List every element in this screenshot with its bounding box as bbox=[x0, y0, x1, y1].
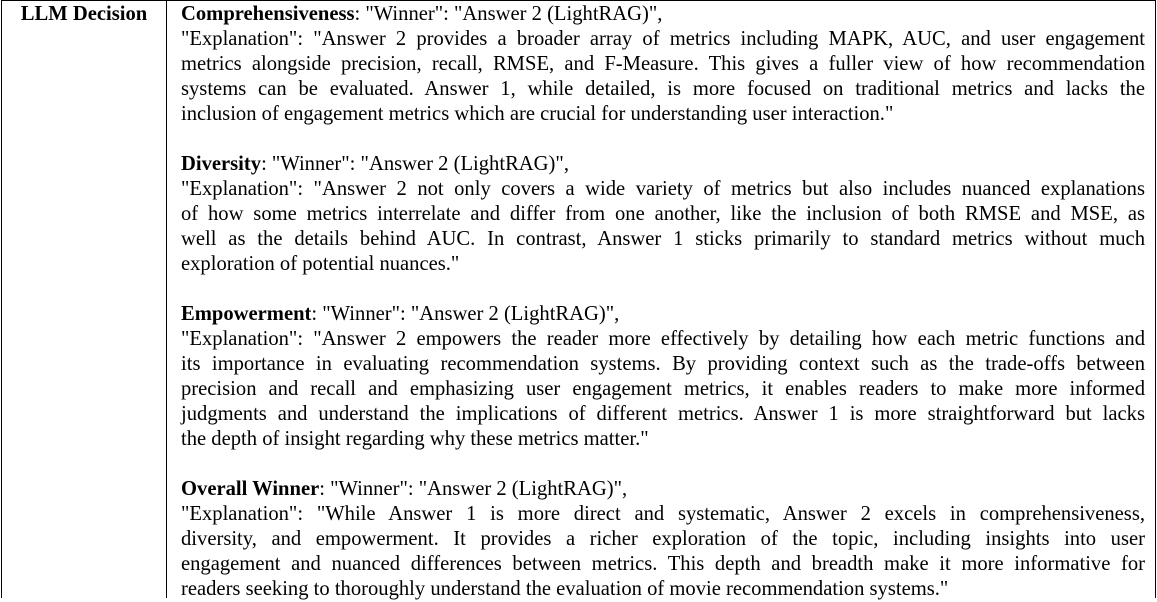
explanation-line: "Explanation": "While Answer 1 is more d… bbox=[181, 503, 1145, 525]
table-left-border bbox=[1, 0, 2, 598]
explanation-line: diversity, and empowerment. It provides … bbox=[181, 528, 1145, 550]
winner-text: : "Winner": "Answer 2 (LightRAG)", bbox=[354, 3, 663, 25]
explanation-line: metrics alongside precision, recall, RMS… bbox=[181, 53, 1145, 75]
criterion-name: Overall Winner bbox=[181, 478, 320, 500]
winner-line: Overall Winner: "Winner": "Answer 2 (Lig… bbox=[181, 477, 1145, 502]
decision-content: Comprehensiveness: "Winner": "Answer 2 (… bbox=[181, 2, 1145, 602]
criterion-name: Comprehensiveness bbox=[181, 3, 355, 25]
explanation-line: of how some metrics interrelate and diff… bbox=[181, 203, 1145, 225]
explanation-line: exploration of potential nuances." bbox=[181, 253, 460, 275]
winner-line: Empowerment: "Winner": "Answer 2 (LightR… bbox=[181, 302, 1145, 327]
row-label: LLM Decision bbox=[20, 3, 148, 25]
explanation-line: judgments and understand the implication… bbox=[181, 403, 1145, 425]
explanation-line: its importance in evaluating recommendat… bbox=[181, 353, 1145, 375]
winner-text: : "Winner": "Answer 2 (LightRAG)", bbox=[261, 153, 569, 175]
explanation-line: the depth of insight regarding why these… bbox=[181, 428, 649, 450]
table-right-border bbox=[1155, 0, 1156, 598]
column-divider bbox=[166, 0, 167, 598]
criterion-section-diversity: Diversity: "Winner": "Answer 2 (LightRAG… bbox=[181, 152, 1145, 277]
explanation-line: precision and recall and emphasizing use… bbox=[181, 378, 1145, 400]
criterion-name: Diversity bbox=[181, 153, 262, 175]
criterion-section-overall-winner: Overall Winner: "Winner": "Answer 2 (Lig… bbox=[181, 477, 1145, 602]
winner-line: Comprehensiveness: "Winner": "Answer 2 (… bbox=[181, 2, 1145, 27]
criterion-section-comprehensiveness: Comprehensiveness: "Winner": "Answer 2 (… bbox=[181, 2, 1145, 127]
winner-line: Diversity: "Winner": "Answer 2 (LightRAG… bbox=[181, 152, 1145, 177]
explanation-line: "Explanation": "Answer 2 provides a broa… bbox=[181, 28, 1145, 50]
winner-text: : "Winner": "Answer 2 (LightRAG)", bbox=[319, 478, 628, 500]
winner-text: : "Winner": "Answer 2 (LightRAG)", bbox=[311, 303, 620, 325]
explanation-line: inclusion of engagement metrics which ar… bbox=[181, 103, 894, 125]
criterion-section-empowerment: Empowerment: "Winner": "Answer 2 (LightR… bbox=[181, 302, 1145, 452]
llm-decision-table: LLM Decision Comprehensiveness: "Winner"… bbox=[0, 0, 1157, 600]
explanation-line: "Explanation": "Answer 2 empowers the re… bbox=[181, 328, 1145, 350]
criterion-name: Empowerment bbox=[181, 303, 312, 325]
table-top-border bbox=[1, 0, 1156, 1]
explanation-line: readers seeking to thoroughly understand… bbox=[181, 578, 949, 600]
explanation-line: "Explanation": "Answer 2 not only covers… bbox=[181, 178, 1145, 200]
explanation-line: engagement and nuanced differences betwe… bbox=[181, 553, 1145, 575]
explanation-line: systems can be evaluated. Answer 1, whil… bbox=[181, 78, 1145, 100]
explanation-line: well as the details behind AUC. In contr… bbox=[181, 228, 1145, 250]
